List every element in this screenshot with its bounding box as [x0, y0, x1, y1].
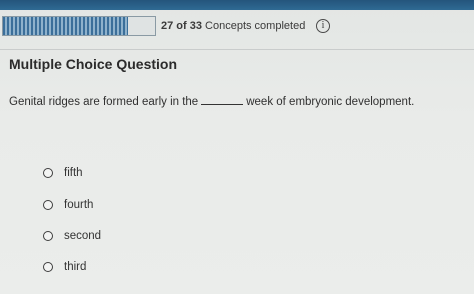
question-type-title: Multiple Choice Question: [9, 56, 178, 72]
option-second[interactable]: second: [43, 228, 101, 244]
radio-button[interactable]: [43, 200, 53, 210]
option-label: fourth: [64, 199, 94, 211]
question-prompt: Genital ridges are formed early in the we…: [9, 95, 414, 108]
option-third[interactable]: third: [43, 259, 86, 275]
progress-fill: [3, 17, 128, 35]
progress-suffix: Concepts completed: [205, 20, 306, 32]
top-accent-bar: [0, 0, 474, 10]
prompt-text-after: week of embryonic development.: [246, 96, 415, 108]
radio-button[interactable]: [43, 262, 53, 272]
prompt-text-before: Genital ridges are formed early in the: [9, 96, 199, 108]
header-divider: [0, 49, 474, 50]
progress-bar: [2, 16, 156, 36]
answer-blank: [201, 95, 244, 105]
info-icon[interactable]: i: [316, 19, 330, 33]
option-label: fifth: [64, 167, 83, 179]
option-fifth[interactable]: fifth: [43, 165, 83, 181]
option-fourth[interactable]: fourth: [43, 197, 93, 213]
radio-button[interactable]: [43, 168, 53, 178]
option-label: third: [64, 261, 87, 273]
progress-header: 27 of 33 Concepts completed i: [0, 10, 474, 46]
radio-button[interactable]: [43, 231, 53, 241]
option-label: second: [64, 230, 102, 242]
progress-count: 27 of 33: [161, 20, 202, 32]
progress-status: 27 of 33 Concepts completed: [161, 20, 305, 32]
